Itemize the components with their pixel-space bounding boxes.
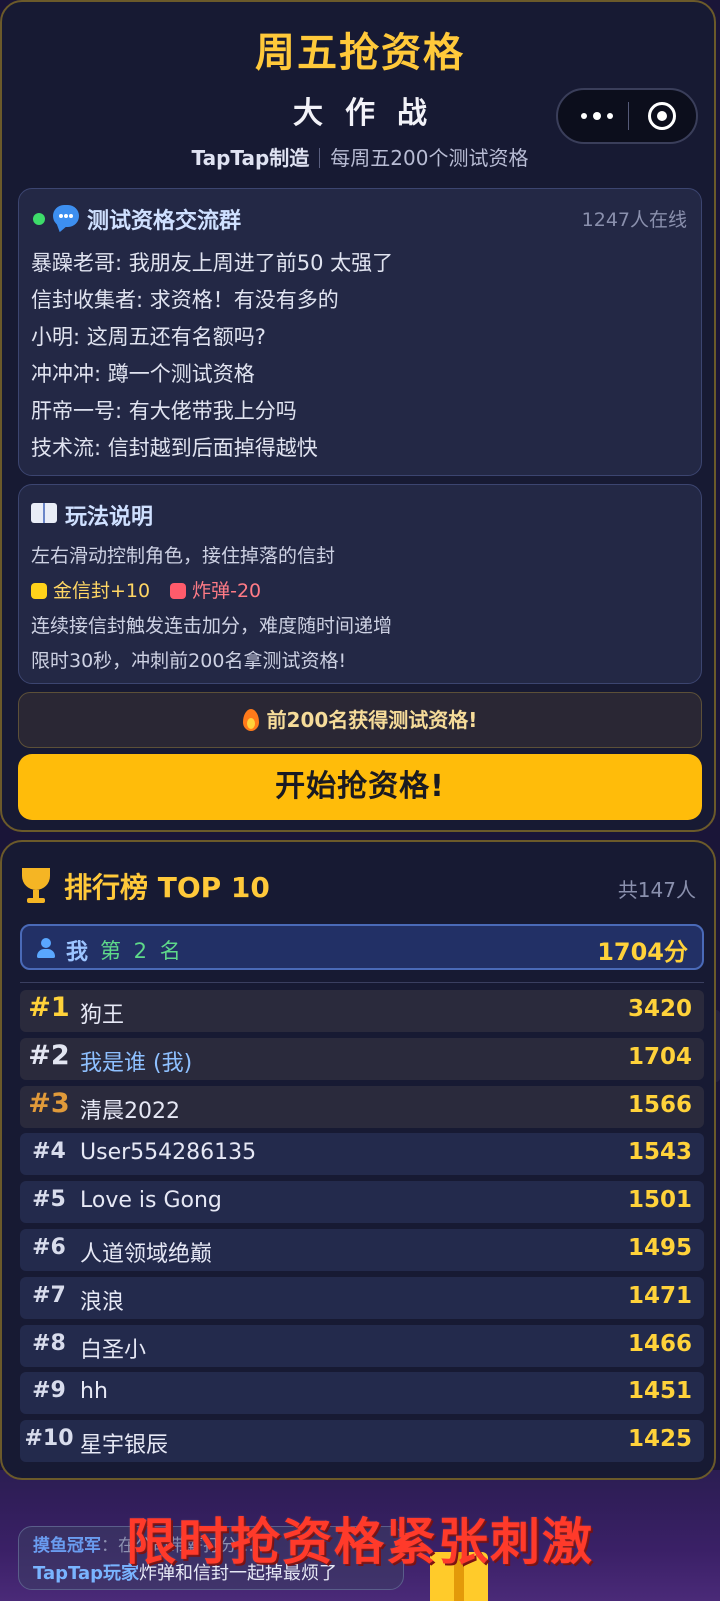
leaderboard-row[interactable]: #1 狗王 3420: [20, 990, 704, 1032]
leaderboard-row[interactable]: #9 hh 1451: [20, 1372, 704, 1415]
brand-line: TapTap制造 每周五200个测试资格: [0, 142, 720, 171]
page-title: 周五抢资格: [255, 30, 465, 76]
player-score: 3420: [627, 996, 692, 1022]
player-score: 1566: [627, 1091, 692, 1118]
online-count: 1247人在线: [581, 209, 687, 231]
player-name: 白圣小: [80, 1337, 147, 1363]
player-name: 狗王: [80, 1003, 125, 1028]
gold-envelope-icon: [31, 583, 47, 599]
my-rank: 第 2 名: [100, 939, 184, 963]
my-score: 1704分: [597, 938, 688, 966]
howto-body: 左右滑动控制角色，接住掉落的信封 金信封+10 炸弹-20 连续接信封触发连击加分…: [31, 541, 689, 681]
chat-message: 小明: 这周五还有名额吗?: [31, 325, 266, 349]
player-name: Love is Gong: [80, 1188, 222, 1214]
rank-label: #1: [28, 992, 70, 1023]
leaderboard-header: 排行榜 TOP 10 共147人: [20, 866, 696, 906]
chat-group-card: 测试资格交流群 1247人在线 暴躁老哥: 我朋友上周进了前50 太强了 信封收…: [18, 188, 702, 476]
leaderboard-row[interactable]: #4 User554286135 1543: [20, 1133, 704, 1176]
rank-label: #3: [28, 1087, 70, 1119]
player-score: 1451: [627, 1378, 692, 1405]
chat-message: 暴躁老哥: 我朋友上周进了前50 太强了: [31, 251, 394, 275]
fire-icon: [242, 709, 259, 731]
player-name: 清晨2022: [80, 1098, 180, 1124]
player-score: 1425: [627, 1426, 692, 1453]
howto-line: 限时30秒，冲刺前200名拿测试资格!: [31, 650, 347, 672]
howto-title: 玩法说明: [65, 505, 154, 530]
my-label: 我: [66, 940, 89, 965]
close-miniapp-icon[interactable]: [648, 102, 676, 130]
leaderboard-panel: 排行榜 TOP 10 共147人 我 第 2 名 1704分 #1 狗王 342…: [0, 840, 716, 1480]
player-score: 1704: [627, 1043, 692, 1070]
howto-line: 左右滑动控制角色，接住掉落的信封: [31, 545, 336, 567]
my-rank-row[interactable]: 我 第 2 名 1704分: [20, 924, 704, 970]
divider: [20, 982, 704, 983]
chat-message: 信封收集者: 求资格！有没有多的: [31, 288, 339, 312]
brand-label: TapTap制造: [191, 146, 310, 170]
rank-label: #4: [32, 1139, 66, 1165]
player-score: 1543: [627, 1139, 692, 1166]
rank-label: #9: [32, 1378, 66, 1404]
trophy-icon: [22, 868, 50, 903]
chat-header: 测试资格交流群 1247人在线: [33, 203, 687, 234]
bomb-icon: [170, 583, 187, 599]
player-name: 我是谁 (我): [80, 1050, 193, 1076]
reward-banner: 前200名获得测试资格!: [18, 692, 702, 748]
leaderboard-title: 排行榜 TOP 10: [64, 871, 270, 904]
howto-items: 金信封+10 炸弹-20: [31, 576, 689, 611]
start-game-button[interactable]: 开始抢资格!: [18, 754, 702, 820]
chat-title: 测试资格交流群: [87, 209, 242, 234]
chat-message: 技术流: 信封越到后面掉得越快: [31, 436, 318, 460]
player-name: 人道领域绝巅: [80, 1241, 213, 1267]
online-dot-icon: [33, 213, 45, 225]
howto-card: 玩法说明 左右滑动控制角色，接住掉落的信封 金信封+10 炸弹-20 连续接信封触…: [18, 484, 702, 684]
more-options-icon[interactable]: [572, 90, 622, 142]
user-icon: [36, 938, 56, 958]
bomb-label: 炸弹-20: [192, 580, 262, 602]
player-name: 星宇银辰: [80, 1433, 169, 1459]
leaderboard-row[interactable]: #6 人道领域绝巅 1495: [20, 1228, 704, 1271]
leaderboard-row[interactable]: #8 白圣小 1466: [20, 1324, 704, 1367]
leaderboard-row[interactable]: #2 我是谁 (我) 1704: [20, 1037, 704, 1080]
player-name: 浪浪: [80, 1289, 125, 1315]
chat-message: 冲冲冲: 蹲一个测试资格: [31, 362, 255, 386]
player-count: 共147人: [617, 878, 696, 902]
brand-separator: [319, 148, 321, 168]
howto-line: 连续接信封触发连击加分，难度随时间递增: [31, 615, 393, 637]
leaderboard-row[interactable]: #7 浪浪 1471: [20, 1276, 704, 1319]
rank-label: #5: [32, 1187, 66, 1213]
miniapp-capsule: [556, 88, 698, 144]
leaderboard-row[interactable]: #5 Love is Gong 1501: [20, 1181, 704, 1224]
gold-envelope-label: 金信封+10: [53, 580, 151, 602]
chat-message: 肝帝一号: 有大佬带我上分吗: [31, 399, 297, 423]
chat-bubble-icon: [53, 205, 79, 227]
player-score: 1466: [627, 1330, 692, 1357]
tagline: 每周五200个测试资格: [330, 146, 529, 170]
rank-label: #6: [32, 1234, 66, 1260]
promo-caption: 限时抢资格紧张刺激: [126, 1513, 594, 1571]
player-score: 1501: [627, 1187, 692, 1214]
capsule-divider: [628, 102, 629, 130]
player-name: User554286135: [80, 1140, 257, 1166]
chat-messages: 暴躁老哥: 我朋友上周进了前50 太强了 信封收集者: 求资格！有没有多的 小明…: [31, 247, 689, 469]
player-name: hh: [80, 1379, 108, 1405]
book-icon: [31, 503, 57, 523]
rank-label: #7: [32, 1282, 66, 1308]
rank-label: #8: [32, 1330, 66, 1356]
player-score: 1471: [627, 1282, 692, 1309]
rank-label: #10: [24, 1426, 74, 1452]
player-score: 1495: [627, 1234, 692, 1261]
rank-label: #2: [28, 1039, 70, 1071]
leaderboard-row[interactable]: #10 星宇银辰 1425: [20, 1420, 704, 1463]
reward-banner-text: 前200名获得测试资格!: [266, 708, 478, 732]
leaderboard-list: #1 狗王 3420 #2 我是谁 (我) 1704 #3 清晨2022 156…: [20, 990, 704, 1468]
leaderboard-row[interactable]: #3 清晨2022 1566: [20, 1085, 704, 1128]
